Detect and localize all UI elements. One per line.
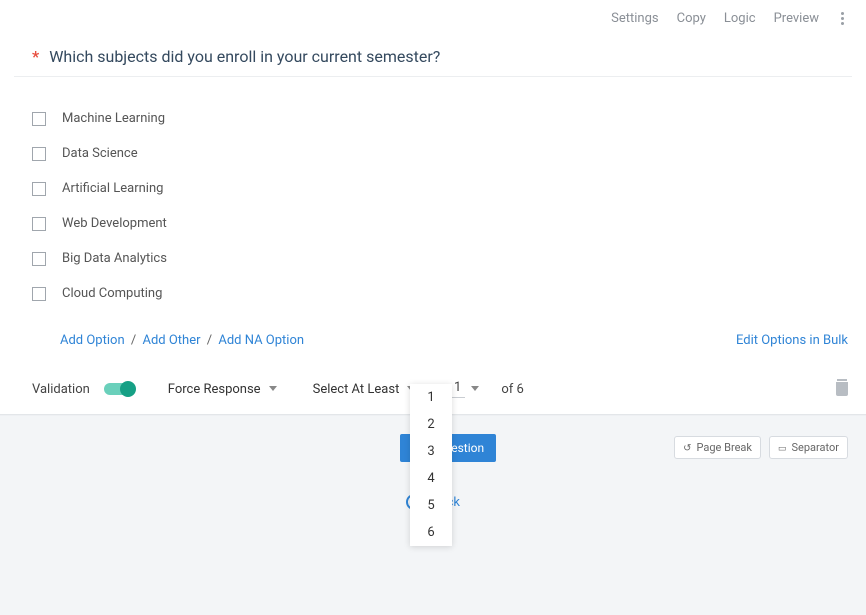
checkbox[interactable]: [32, 147, 46, 161]
option-row: Web Development: [32, 206, 848, 241]
preview-link[interactable]: Preview: [774, 11, 819, 26]
settings-link[interactable]: Settings: [611, 11, 658, 26]
option-row: Artificial Learning: [32, 171, 848, 206]
add-other-link[interactable]: Add Other: [142, 333, 200, 348]
add-option-link[interactable]: Add Option: [60, 333, 125, 348]
validation-toggle[interactable]: [104, 383, 134, 395]
validation-label: Validation: [32, 382, 90, 397]
validation-mode-value: Force Response: [168, 382, 261, 397]
more-menu-icon[interactable]: [837, 8, 848, 29]
checkbox[interactable]: [32, 287, 46, 301]
validation-number-select[interactable]: 1: [447, 380, 479, 398]
page-break-label: Page Break: [696, 441, 751, 454]
option-row: Data Science: [32, 136, 848, 171]
checkbox[interactable]: [32, 252, 46, 266]
checkbox[interactable]: [32, 112, 46, 126]
option-label[interactable]: Data Science: [62, 146, 138, 161]
required-asterisk: *: [32, 47, 39, 66]
options-list: Machine Learning Data Science Artificial…: [0, 77, 866, 319]
dropdown-option[interactable]: 5: [410, 492, 452, 519]
question-header: * Which subjects did you enroll in your …: [14, 37, 852, 77]
chevron-down-icon: [471, 386, 479, 394]
separator-icon: [778, 441, 787, 454]
separator-text: /: [204, 333, 215, 348]
validation-mode-select[interactable]: Force Response: [166, 382, 279, 397]
option-label[interactable]: Machine Learning: [62, 111, 165, 126]
separator-text: /: [128, 333, 139, 348]
validation-condition-value: Select At Least: [313, 382, 400, 397]
option-label[interactable]: Artificial Learning: [62, 181, 163, 196]
dropdown-option[interactable]: 6: [410, 519, 452, 546]
separator-button[interactable]: Separator: [769, 436, 848, 459]
page-break-button[interactable]: Page Break: [674, 436, 761, 459]
delete-icon[interactable]: [836, 382, 848, 396]
option-label[interactable]: Web Development: [62, 216, 167, 231]
dropdown-option[interactable]: 1: [410, 384, 452, 411]
option-row: Cloud Computing: [32, 276, 848, 311]
add-na-option-link[interactable]: Add NA Option: [218, 333, 304, 348]
logic-link[interactable]: Logic: [724, 11, 756, 26]
separator-label: Separator: [791, 441, 839, 454]
dropdown-option[interactable]: 3: [410, 438, 452, 465]
dropdown-option[interactable]: 4: [410, 465, 452, 492]
option-label[interactable]: Big Data Analytics: [62, 251, 167, 266]
validation-condition-select[interactable]: Select At Least: [311, 382, 418, 397]
option-row: Machine Learning: [32, 101, 848, 136]
checkbox[interactable]: [32, 182, 46, 196]
dropdown-option[interactable]: 2: [410, 411, 452, 438]
number-dropdown: 1 2 3 4 5 6: [410, 384, 452, 546]
question-text[interactable]: Which subjects did you enroll in your cu…: [49, 47, 440, 66]
validation-of-total: of 6: [501, 382, 523, 397]
checkbox[interactable]: [32, 217, 46, 231]
edit-options-bulk-link[interactable]: Edit Options in Bulk: [736, 333, 848, 348]
copy-link[interactable]: Copy: [677, 11, 706, 26]
option-label[interactable]: Cloud Computing: [62, 286, 162, 301]
page-break-icon: [683, 441, 691, 454]
option-row: Big Data Analytics: [32, 241, 848, 276]
chevron-down-icon: [269, 386, 277, 394]
add-option-links: Add Option / Add Other / Add NA Option: [60, 333, 304, 348]
